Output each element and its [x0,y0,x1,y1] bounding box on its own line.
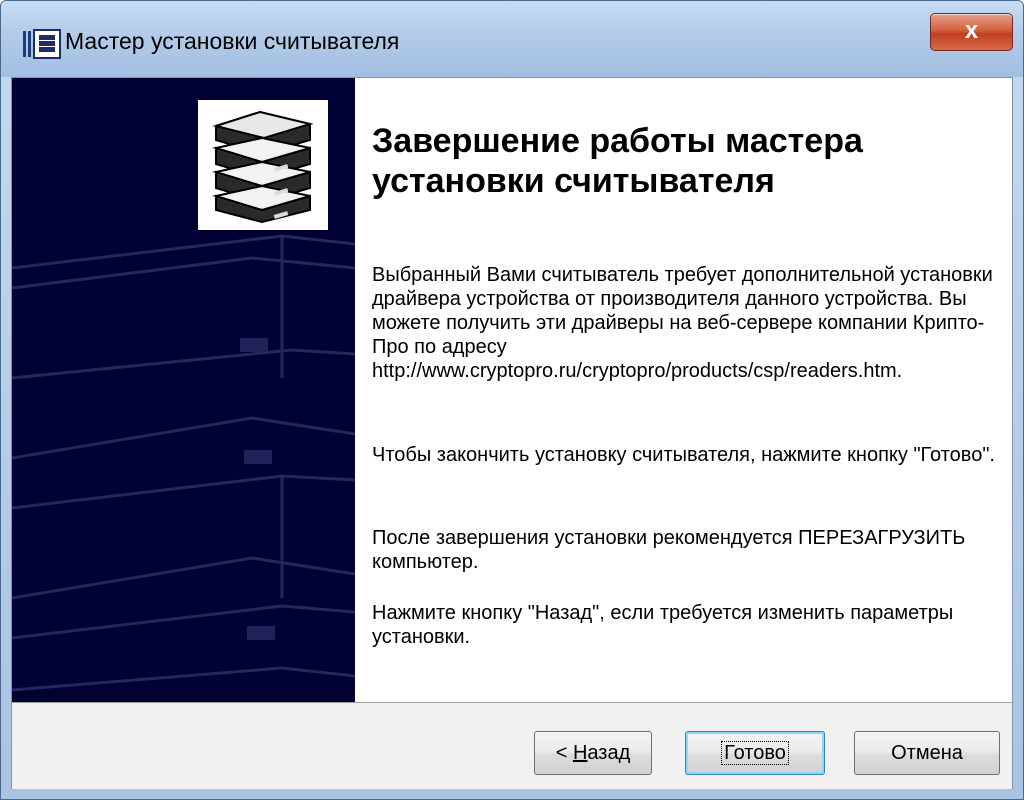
back-button[interactable]: < Назад [534,731,652,775]
cancel-button[interactable]: Отмена [854,731,1000,775]
cancel-button-label: Отмена [891,742,963,764]
content-panel: Завершение работы мастера установки счит… [355,78,1012,702]
page-heading: Завершение работы мастера установки счит… [372,122,863,200]
back-button-accel: Н [572,742,588,764]
button-bar: < Назад Готово Отмена [12,702,1012,789]
window-title: Мастер установки считывателя [65,28,400,54]
wizard-window: Мастер установки считывателя x Завершени… [0,0,1024,800]
back-button-prefix: < [555,742,573,764]
reboot-recommendation-text: После завершения установки рекомендуется… [372,527,966,573]
wizard-client-area: Завершение работы мастера установки счит… [11,77,1013,789]
finish-instruction-text: Чтобы закончить установку считывателя, н… [372,444,995,466]
driver-info-text: Выбранный Вами считыватель требует допол… [372,264,993,382]
finish-button-label: Готово [721,741,789,765]
wizard-logo [198,100,328,230]
title-bar[interactable]: Мастер установки считывателя x [1,1,1023,77]
side-banner [12,78,355,702]
reader-stack-icon [212,110,314,224]
back-button-label: азад [587,742,631,764]
back-instruction-text: Нажмите кнопку "Назад", если требуется и… [372,602,954,648]
close-button[interactable]: x [930,13,1013,51]
close-icon: x [964,17,979,44]
wizard-app-icon [23,29,61,59]
finish-button[interactable]: Готово [685,731,825,775]
